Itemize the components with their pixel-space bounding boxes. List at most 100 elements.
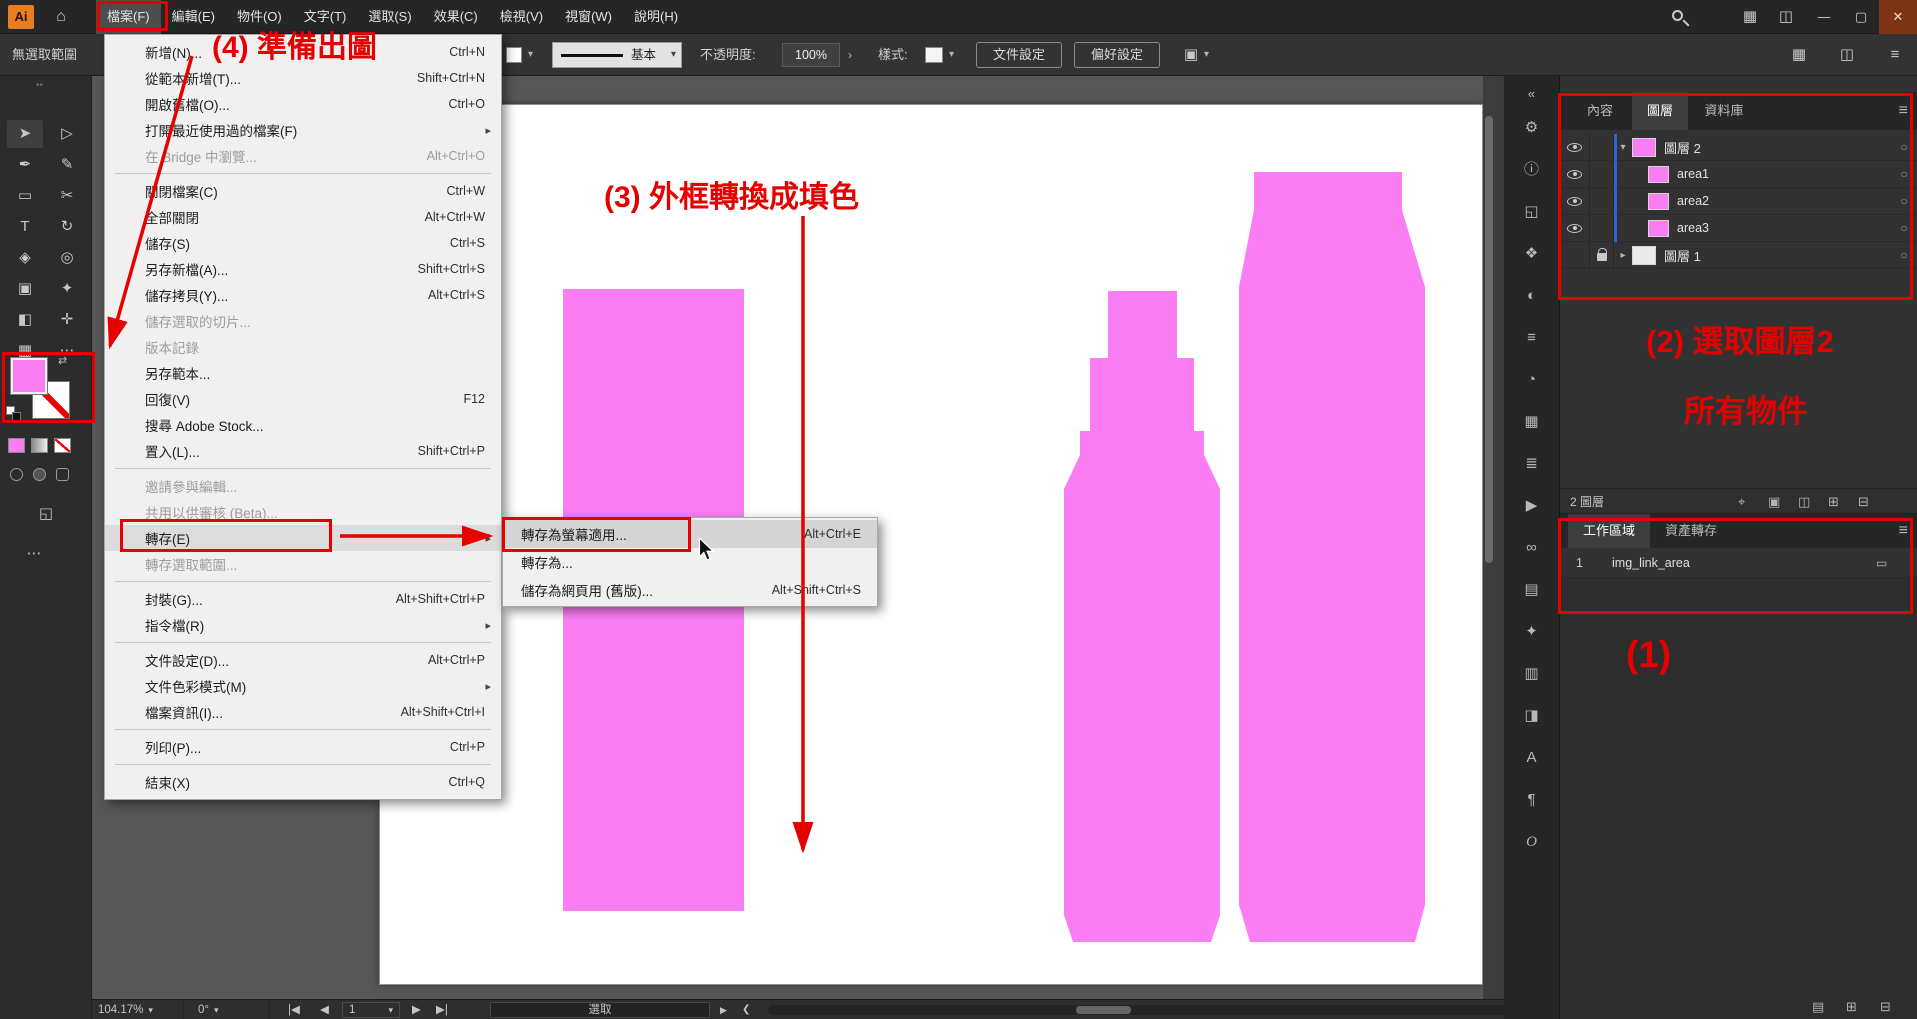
- selection-tool[interactable]: ➤: [7, 120, 43, 148]
- gradient-tool[interactable]: ◧: [7, 306, 43, 334]
- shape-builder-tool[interactable]: ▣: [7, 275, 43, 303]
- artboard-number-dropdown[interactable]: 1▾: [342, 1002, 400, 1018]
- file-menu-item-document-color-mode[interactable]: 文件色彩模式(M)▸: [105, 673, 501, 699]
- asset-grid-icon[interactable]: ▤: [1812, 994, 1824, 1019]
- locate-object-icon[interactable]: ⌖: [1738, 489, 1745, 515]
- eyedropper-tool[interactable]: ✦: [49, 275, 85, 303]
- panel-menu-icon[interactable]: ≡: [1899, 514, 1908, 548]
- none-mode-button[interactable]: [54, 438, 71, 453]
- menu-view[interactable]: 檢視(V): [489, 0, 554, 34]
- chevron-right-icon[interactable]: ›: [848, 34, 852, 76]
- direct-selection-tool[interactable]: ▷: [49, 120, 85, 148]
- file-menu-item-open-recent[interactable]: 打開最近使用過的檔案(F)▸: [105, 117, 501, 143]
- layer-name[interactable]: 圖層 1: [1664, 246, 1890, 265]
- tab-artboards[interactable]: 工作區域: [1568, 514, 1650, 548]
- close-button[interactable]: ✕: [1879, 0, 1917, 34]
- tab-properties[interactable]: 內容: [1568, 92, 1632, 130]
- file-menu-item-close-all[interactable]: 全部關閉Alt+Ctrl+W: [105, 204, 501, 230]
- minimize-button[interactable]: —: [1805, 0, 1843, 34]
- graphic-styles-icon[interactable]: ≣: [1504, 452, 1559, 476]
- file-menu-item-document-setup[interactable]: 文件設定(D)...Alt+Ctrl+P: [105, 647, 501, 673]
- artboard-name[interactable]: img_link_area: [1612, 548, 1690, 578]
- visibility-toggle[interactable]: [1560, 161, 1590, 187]
- asset-export-icon[interactable]: ✦: [1504, 620, 1559, 644]
- layer-name[interactable]: area1: [1677, 167, 1890, 181]
- file-menu-item-print[interactable]: 列印(P)...Ctrl+P: [105, 734, 501, 760]
- artboard-glyph-icon[interactable]: ▭: [1876, 548, 1887, 578]
- vertical-scrollbar-thumb[interactable]: [1485, 116, 1493, 563]
- new-asset-icon[interactable]: ⊞: [1846, 994, 1857, 1019]
- eraser-tool[interactable]: ◈: [7, 244, 43, 272]
- play-icon[interactable]: ▶: [720, 1000, 727, 1019]
- links-icon[interactable]: ∞: [1504, 536, 1559, 560]
- menu-edit[interactable]: 編輯(E): [161, 0, 226, 34]
- visibility-toggle[interactable]: [1560, 134, 1590, 160]
- horizontal-scrollbar-thumb[interactable]: [1076, 1006, 1131, 1014]
- delete-layer-icon[interactable]: ⊟: [1858, 489, 1869, 515]
- zoom-tool[interactable]: ◎: [49, 244, 85, 272]
- hamburger-menu-icon[interactable]: ≡: [1882, 34, 1908, 76]
- layer-thumbnail[interactable]: [1632, 138, 1656, 157]
- opacity-value-input[interactable]: 100%: [782, 43, 840, 67]
- visibility-toggle[interactable]: [1560, 215, 1590, 241]
- collapse-left-icon[interactable]: ❮: [742, 1000, 750, 1019]
- tab-layers[interactable]: 圖層: [1632, 92, 1688, 130]
- menu-window[interactable]: 視窗(W): [554, 0, 623, 34]
- file-menu-item-place[interactable]: 置入(L)...Shift+Ctrl+P: [105, 438, 501, 464]
- menu-help[interactable]: 說明(H): [623, 0, 689, 34]
- chevron-down-icon[interactable]: ▾: [949, 34, 954, 76]
- stroke-icon[interactable]: ≡: [1504, 326, 1559, 350]
- type-tool[interactable]: T: [7, 213, 43, 241]
- file-menu-item-new[interactable]: 新增(N)...Ctrl+N: [105, 39, 501, 65]
- rotation-dropdown[interactable]: 0°▾: [192, 1000, 270, 1019]
- target-circle-icon[interactable]: ○: [1890, 167, 1917, 181]
- menu-effect[interactable]: 效果(C): [423, 0, 489, 34]
- file-menu-item-new-from-template[interactable]: 從範本新增(T)...Shift+Ctrl+N: [105, 65, 501, 91]
- visibility-toggle[interactable]: [1560, 188, 1590, 214]
- target-circle-icon[interactable]: ○: [1890, 221, 1917, 235]
- layer-row-layer1[interactable]: ▸ 圖層 1 ○: [1560, 242, 1917, 269]
- file-menu-item-revert[interactable]: 回復(V)F12: [105, 386, 501, 412]
- scissors-tool[interactable]: ✂: [49, 182, 85, 210]
- target-circle-icon[interactable]: ○: [1890, 194, 1917, 208]
- properties-gear-icon[interactable]: ⚙: [1504, 116, 1559, 140]
- home-icon[interactable]: ⌂: [48, 0, 74, 34]
- target-circle-icon[interactable]: ○: [1890, 140, 1917, 154]
- file-menu-item-save-as[interactable]: 另存新檔(A)...Shift+Ctrl+S: [105, 256, 501, 282]
- transform-icon[interactable]: ◱: [1504, 200, 1559, 224]
- align-artboard-icon[interactable]: ▣: [1180, 34, 1202, 76]
- collapse-panels-icon[interactable]: «: [1504, 82, 1559, 106]
- workspace-switcher-icon[interactable]: ▦: [1736, 0, 1764, 34]
- panel-toggle-icon[interactable]: ◫: [1772, 0, 1800, 34]
- drag-handle[interactable]: ••: [36, 80, 43, 91]
- visibility-toggle[interactable]: [1560, 242, 1590, 268]
- draw-inside-icon[interactable]: [56, 468, 69, 481]
- zoom-dropdown[interactable]: 104.17%▾: [92, 1000, 184, 1019]
- submenu-item-save-for-web-legacy[interactable]: 儲存為網頁用 (舊版)...Alt+Shift+Ctrl+S: [503, 576, 877, 604]
- lock-toggle[interactable]: [1590, 188, 1614, 214]
- file-menu-item-save-template[interactable]: 另存範本...: [105, 360, 501, 386]
- info-icon[interactable]: ⓘ: [1504, 158, 1559, 182]
- panel-menu-icon[interactable]: ≡: [1899, 92, 1908, 130]
- file-menu-item-scripts[interactable]: 指令檔(R)▸: [105, 612, 501, 638]
- color-mode-button[interactable]: [8, 438, 25, 453]
- last-artboard-button[interactable]: ▶|: [436, 1000, 448, 1019]
- gradient-icon[interactable]: ◨: [1504, 704, 1559, 728]
- submenu-item-export-for-screens[interactable]: 轉存為螢幕適用...Alt+Ctrl+E: [503, 520, 877, 548]
- hand-tool[interactable]: ✛: [49, 306, 85, 334]
- layer-name[interactable]: area3: [1677, 221, 1890, 235]
- tab-asset-export[interactable]: 資產轉存: [1650, 514, 1732, 548]
- file-menu-item-export[interactable]: 轉存(E)▸: [105, 525, 501, 551]
- more-toolbar-icon[interactable]: ⋯: [16, 540, 52, 568]
- layer-thumbnail[interactable]: [1648, 220, 1669, 237]
- rectangle-tool[interactable]: ▭: [7, 182, 43, 210]
- paragraph-icon[interactable]: ¶: [1504, 788, 1559, 812]
- file-menu-item-search-adobe-stock[interactable]: 搜尋 Adobe Stock...: [105, 412, 501, 438]
- horizontal-scrollbar[interactable]: [768, 1005, 1576, 1015]
- prev-artboard-button[interactable]: ◀: [320, 1000, 329, 1019]
- clipping-mask-icon[interactable]: ▣: [1768, 489, 1780, 515]
- default-colors-icon-2[interactable]: [12, 412, 21, 421]
- curvature-tool[interactable]: ✎: [49, 151, 85, 179]
- actions-icon[interactable]: ▶: [1504, 494, 1559, 518]
- file-menu-item-close[interactable]: 關閉檔案(C)Ctrl+W: [105, 178, 501, 204]
